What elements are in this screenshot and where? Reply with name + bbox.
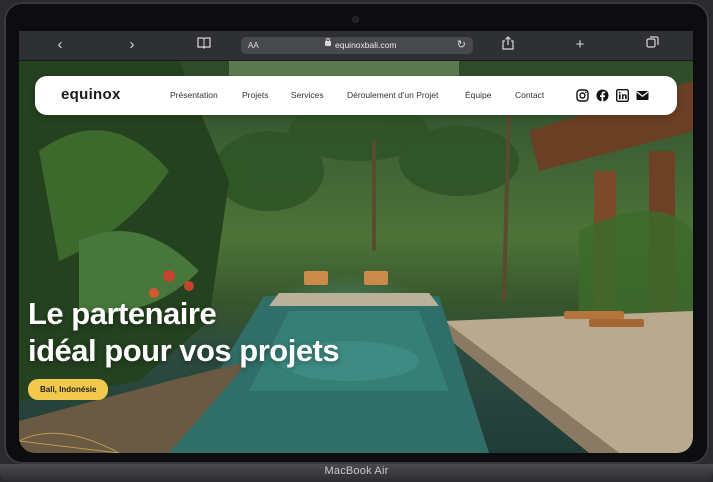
hero-title: Le partenaire idéal pour vos projets <box>28 295 448 369</box>
web-page: equinox Présentation Projets Services Dé… <box>19 61 693 453</box>
location-badge[interactable]: Bali, Indonésie <box>28 379 109 400</box>
nav-link-equipe[interactable]: Équipe <box>465 90 491 100</box>
nav-link-deroulement[interactable]: Déroulement d'un Projet <box>347 90 438 100</box>
site-logo[interactable]: equinox <box>61 86 121 103</box>
book-icon[interactable] <box>193 36 215 54</box>
nav-link-services[interactable]: Services <box>291 90 324 100</box>
device-label: MacBook Air <box>324 465 389 477</box>
browser-toolbar: ‹ › AA equinoxbali.com ↻ + <box>19 31 693 61</box>
camera-dot <box>353 17 358 22</box>
address-bar[interactable]: AA equinoxbali.com ↻ <box>241 37 473 54</box>
hero-title-line-2: idéal pour vos projets <box>28 333 340 368</box>
nav-link-contact[interactable]: Contact <box>515 90 544 100</box>
facebook-icon[interactable] <box>596 89 609 102</box>
site-navbar: equinox Présentation Projets Services Dé… <box>35 76 677 115</box>
new-tab-icon[interactable]: + <box>569 36 591 54</box>
lock-icon <box>325 38 331 46</box>
instagram-icon[interactable] <box>576 89 589 102</box>
text-size-button[interactable]: AA <box>248 37 259 54</box>
forward-icon[interactable]: › <box>121 36 143 54</box>
linkedin-icon[interactable] <box>616 89 629 102</box>
nav-link-presentation[interactable]: Présentation <box>170 90 218 100</box>
url-text[interactable]: equinoxbali.com <box>335 37 396 54</box>
hero-title-line-1: Le partenaire <box>28 296 217 331</box>
mail-icon[interactable] <box>636 89 649 102</box>
back-icon[interactable]: ‹ <box>49 36 71 54</box>
nav-link-projets[interactable]: Projets <box>242 90 268 100</box>
share-icon[interactable] <box>497 36 519 54</box>
tabs-overview-icon[interactable] <box>641 36 663 54</box>
screen: ‹ › AA equinoxbali.com ↻ + equinox Prése… <box>19 31 693 453</box>
hero-background-image <box>19 61 693 453</box>
reload-icon[interactable]: ↻ <box>457 37 466 54</box>
